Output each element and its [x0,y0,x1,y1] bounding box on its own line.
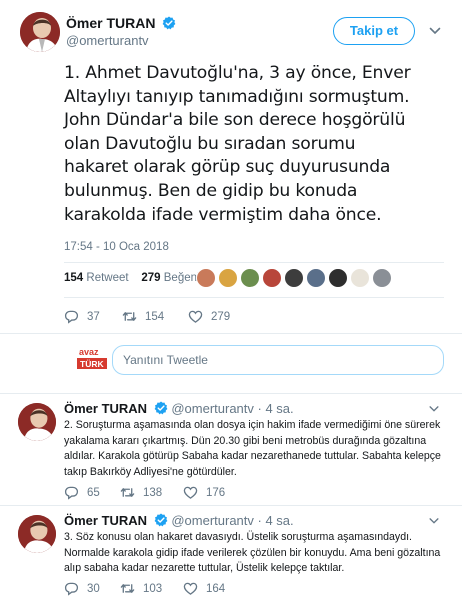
like-icon [183,582,198,595]
retweet-icon [120,584,135,593]
reply-tweet[interactable]: Ömer TURAN @omerturantv · 4 sa. 3. Söz k… [0,513,462,600]
like-action-count: 164 [206,582,226,595]
avatar[interactable] [18,403,56,441]
liker-avatar[interactable] [284,268,304,288]
reply-composer: avaz TÜRK Yanıtını Tweetle [64,339,444,379]
tweet-text-line: alıp sabaha kadar nezarette tuttular, Üs… [64,562,345,574]
avaz-turk-logo: avaz TÜRK [77,347,107,369]
tweet-text-line: takıp Bakırköy Adliyesi'ne götürdüler. [64,465,237,478]
like-icon [188,310,203,323]
retweet-button[interactable]: 103 [120,581,162,596]
avatar-image [18,403,56,441]
retweet-button[interactable]: 138 [120,485,162,500]
like-button[interactable]: 164 [183,581,225,596]
tweet-actions: 37 154 279 [64,309,444,327]
retweet-label[interactable]: Retweet [86,272,128,284]
tweet-time[interactable]: · 4 sa. [258,401,294,416]
tweet-timestamp[interactable]: 17:54 - 10 Oca 2018 [64,241,169,253]
author-handle[interactable]: @omerturantv [171,513,254,528]
avatar-image [18,515,56,553]
author-handle[interactable]: @omerturantv [171,401,254,416]
liker-avatar[interactable] [262,268,282,288]
tweet-text-line: aldılar. Karakola götürüp Sabaha kadar n… [64,450,441,462]
reply-button[interactable]: 30 [64,581,100,596]
like-button[interactable]: 176 [183,485,225,500]
reply-input[interactable]: Yanıtını Tweetle [112,345,444,375]
avatar[interactable] [18,515,56,553]
like-icon [183,486,198,499]
verified-icon [154,513,168,527]
tweet-text-line: bulunmuş. Ben de gidip bu konuda [64,180,358,201]
reply-count: 65 [87,486,100,499]
main-tweet: Ömer TURAN @omerturantv Takip et 1. Ahme… [0,0,462,393]
reply-header: Ömer TURAN @omerturantv · 4 sa. [64,401,294,416]
reply-header: Ömer TURAN @omerturantv · 4 sa. [64,513,294,528]
reply-tweet[interactable]: Ömer TURAN @omerturantv · 4 sa. 2. Soruş… [0,401,462,505]
retweet-icon [120,488,135,497]
like-action-count: 279 [211,310,231,323]
tweet-text-line: hakaret olarak görüp suç duyurusunda [64,157,391,178]
tweet-time[interactable]: · 4 sa. [258,513,294,528]
liker-avatar[interactable] [218,268,238,288]
author-name[interactable]: Ömer TURAN [64,513,147,528]
retweet-button[interactable]: 154 [122,309,164,324]
verified-icon [154,401,168,415]
retweet-action-count: 138 [143,486,163,499]
divider [64,297,444,298]
retweet-action-count: 103 [143,582,163,595]
tweet-text-line: olan Davutoğlu bu sıradan sorumu [64,133,356,154]
liker-avatar[interactable] [372,268,392,288]
reply-count: 30 [87,582,100,595]
tweet-actions: 30 103 164 [64,581,444,599]
reply-button[interactable]: 37 [64,309,100,324]
retweet-count[interactable]: 154 [64,272,83,284]
tweet-text-line: yakalama kararı çıkartmış. Dün 20.30 gib… [64,434,427,447]
author-name[interactable]: Ömer TURAN [66,15,176,31]
chevron-down-icon[interactable] [428,515,440,527]
chevron-down-icon[interactable] [428,24,442,38]
tweet-text: 2. Soruşturma aşamasında olan dosya için… [64,418,444,480]
follow-button[interactable]: Takip et [333,17,415,45]
author-name[interactable]: Ömer TURAN [64,401,147,416]
chevron-down-icon[interactable] [428,403,440,415]
tweet-text-line: John Dündar'a bile son derece hoşgörülü [64,110,406,131]
reply-count: 37 [87,310,100,323]
avatar-image [20,12,60,52]
like-button[interactable]: 279 [188,309,230,324]
author-handle[interactable]: @omerturantv [66,33,149,48]
liker-avatar[interactable] [240,268,260,288]
liker-avatar[interactable] [306,268,326,288]
logo-text-bottom: TÜRK [80,359,104,369]
divider [0,333,462,334]
reply-icon [64,486,79,500]
tweet-text-line: 3. Söz konusu olan hakaret davasıydı. Üs… [64,531,413,543]
like-action-count: 176 [206,486,226,499]
liker-avatar[interactable] [196,268,216,288]
tweet-text-line: Altaylıyı tanıyıp tanımadığını sormuştum… [64,86,410,107]
reply-icon [64,582,79,596]
retweet-icon [122,312,137,321]
like-label[interactable]: Beğeni [164,272,200,284]
reply-button[interactable]: 65 [64,485,100,500]
tweet-actions: 65 138 176 [64,485,444,503]
reply-icon [64,310,79,324]
liker-avatar[interactable] [350,268,370,288]
tweet-text-line: 1. Ahmet Davutoğlu'na, 3 ay önce, Enver [64,63,411,83]
tweet-stats: 154 Retweet 279 Beğeni [64,272,200,284]
tweet-text-line: karakolda ifade vermiştim daha önce. [64,204,382,225]
verified-icon [162,16,176,30]
tweet-text: 3. Söz konusu olan hakaret davasıydı. Üs… [64,530,444,577]
liker-avatar[interactable] [328,268,348,288]
logo-text-top: avaz [79,347,99,357]
divider [0,505,462,506]
tweet-text-line: Normalde karakola gidip ifade verilerek … [64,546,441,559]
tweet-text-line: 2. Soruşturma aşamasında olan dosya için… [64,419,441,431]
tweet-text: 1. Ahmet Davutoğlu'na, 3 ay önce, Enver … [64,62,449,227]
retweet-action-count: 154 [145,310,165,323]
author-name-text[interactable]: Ömer TURAN [66,15,155,31]
avatar[interactable] [20,12,60,52]
divider [0,393,462,394]
divider [64,262,444,263]
like-count[interactable]: 279 [141,272,160,284]
